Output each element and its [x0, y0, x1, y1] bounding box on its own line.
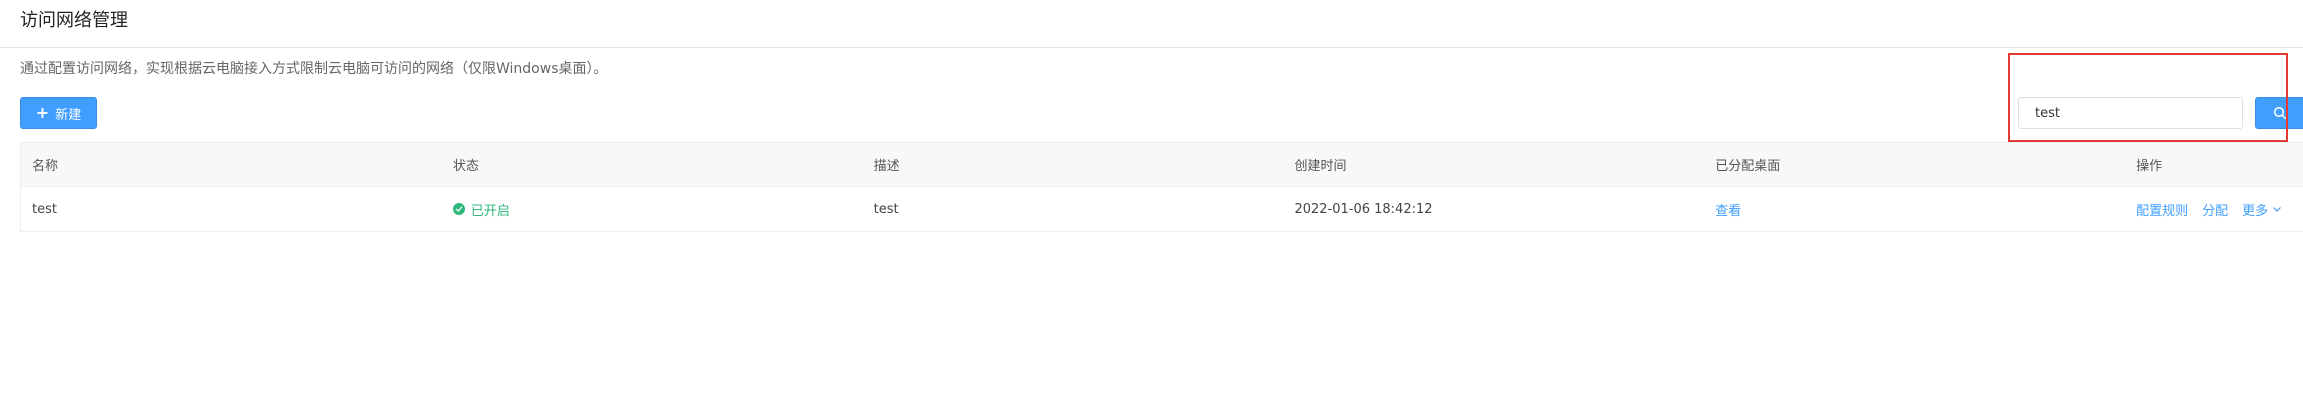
column-header-created-at: 创建时间 — [1294, 159, 1347, 174]
cell-assigned-desktops: 查看 — [1704, 187, 2125, 231]
search-button[interactable] — [2255, 97, 2303, 129]
search-input[interactable] — [2018, 97, 2243, 129]
cell-created-at: 2022-01-06 18:42:12 — [1294, 201, 1433, 217]
page-title: 访问网络管理 — [20, 10, 128, 31]
access-network-page: 访问网络管理 通过配置访问网络，实现根据云电脑接入方式限制云电脑可访问的网络（仅… — [0, 0, 2303, 420]
page-description: 通过配置访问网络，实现根据云电脑接入方式限制云电脑可访问的网络（仅限Window… — [20, 61, 608, 77]
cell-actions: 配置规则 分配 更多 — [2125, 187, 2303, 231]
more-label: 更多 — [2242, 203, 2269, 219]
cell-description: test — [873, 201, 899, 217]
status-label: 已开启 — [470, 203, 510, 219]
status-badge: 已开启 — [452, 200, 510, 219]
table-header-row: 名称 状态 描述 创建时间 已分配桌面 操作 — [21, 143, 2303, 187]
column-header-assigned-desktops: 已分配桌面 — [1715, 159, 1781, 174]
new-button[interactable]: + 新建 — [20, 97, 97, 129]
chevron-down-icon — [2273, 207, 2282, 212]
table-row: test 已开启 test 2022-01-06 18:42:12 查看 配置规… — [21, 187, 2303, 232]
more-dropdown[interactable]: 更多 — [2242, 200, 2282, 219]
column-header-name: 名称 — [32, 159, 59, 174]
view-desktops-link[interactable]: 查看 — [1715, 200, 1741, 219]
assign-link[interactable]: 分配 — [2202, 200, 2228, 219]
plus-icon: + — [35, 103, 50, 122]
network-table: 名称 状态 描述 创建时间 已分配桌面 操作 test 已开启 test 202… — [20, 142, 2303, 232]
cell-name: test — [32, 201, 57, 217]
title-divider — [0, 47, 2303, 48]
check-circle-icon — [452, 203, 465, 215]
new-button-label: 新建 — [55, 107, 82, 123]
column-header-actions: 操作 — [2136, 159, 2163, 174]
column-header-status: 状态 — [452, 159, 479, 174]
configure-rules-link[interactable]: 配置规则 — [2136, 200, 2188, 219]
column-header-description: 描述 — [873, 159, 900, 174]
search-icon — [2273, 106, 2287, 120]
cell-status: 已开启 — [442, 187, 863, 231]
row-actions: 配置规则 分配 更多 — [2136, 200, 2282, 219]
